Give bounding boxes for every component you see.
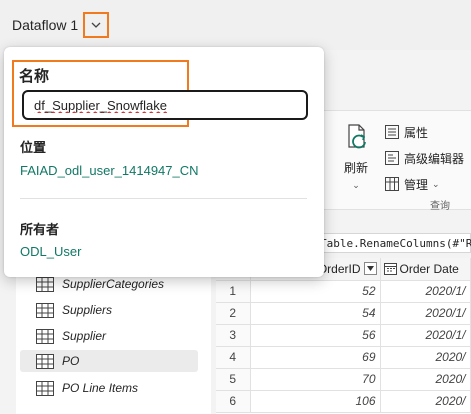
query-item[interactable]: Suppliers — [20, 299, 198, 321]
query-item-label: Supplier — [62, 329, 107, 343]
table-icon — [36, 276, 54, 292]
calendar-icon — [383, 263, 397, 276]
name-label: 名称 — [19, 68, 50, 85]
dataflow-name-input[interactable] — [22, 90, 308, 120]
properties-icon — [385, 125, 399, 139]
column-filter-button[interactable] — [363, 262, 377, 276]
refresh-icon — [348, 124, 366, 149]
table-icon — [385, 177, 399, 191]
owner-link[interactable]: ODL_User — [20, 244, 81, 259]
table-icon — [36, 353, 54, 369]
chevron-down-icon — [91, 22, 101, 28]
ribbon-group-label: 查询 — [430, 201, 450, 212]
table-icon — [36, 302, 54, 318]
caret-down-icon — [366, 266, 374, 272]
formula-text: Table.RenameColumns(#"R — [320, 237, 471, 250]
table-row[interactable]: 6 106 2020/ — [216, 390, 471, 413]
location-link[interactable]: FAIAD_odl_user_1414947_CN — [20, 163, 199, 178]
advanced-editor-button[interactable]: 高级编辑器 — [384, 148, 464, 168]
table-row[interactable]: 4 69 2020/ — [216, 346, 471, 369]
table-row[interactable]: 1 52 2020/1/ — [216, 280, 471, 303]
chevron-down-icon: ⌄ — [352, 180, 360, 190]
column-header-label: OrderID — [317, 261, 361, 276]
column-header-order-date[interactable]: Order Date — [380, 258, 471, 281]
owner-label: 所有者 — [20, 222, 60, 237]
query-item-label: PO — [62, 354, 80, 368]
table-icon — [36, 380, 54, 396]
divider — [20, 198, 307, 199]
properties-button[interactable]: 属性 — [384, 122, 428, 142]
location-label: 位置 — [20, 140, 47, 155]
table-row[interactable]: 5 70 2020/ — [216, 368, 471, 391]
query-item[interactable]: Supplier — [20, 325, 198, 347]
manage-label: 管理 — [404, 177, 429, 192]
refresh-label: 刷新 — [343, 161, 368, 175]
advanced-editor-label: 高级编辑器 — [404, 151, 465, 166]
advanced-editor-icon — [385, 151, 399, 165]
table-row[interactable]: 2 54 2020/1/ — [216, 302, 471, 325]
chevron-down-icon: ⌄ — [432, 178, 440, 189]
query-item-active[interactable]: PO — [20, 350, 198, 372]
data-grid: OrderID Order Date 1 52 2020/1/ 2 54 202… — [216, 258, 471, 414]
query-item-label: Suppliers — [62, 303, 113, 317]
query-item[interactable]: PO Line Items — [20, 377, 198, 399]
title-dropdown-button[interactable] — [83, 12, 109, 38]
properties-label: 属性 — [404, 125, 429, 140]
table-row[interactable]: 3 56 2020/1/ — [216, 324, 471, 347]
query-item-label: SupplierCategories — [62, 277, 165, 291]
refresh-button[interactable]: 刷新 ⌄ — [340, 122, 372, 191]
dataflow-title[interactable]: Dataflow 1 — [12, 17, 78, 33]
title-bar: Dataflow 1 — [0, 0, 471, 50]
table-icon — [36, 328, 54, 344]
query-item-label: PO Line Items — [62, 381, 139, 395]
manage-button[interactable]: 管理 ⌄ — [384, 174, 440, 194]
column-header-label: Order Date — [399, 261, 459, 276]
